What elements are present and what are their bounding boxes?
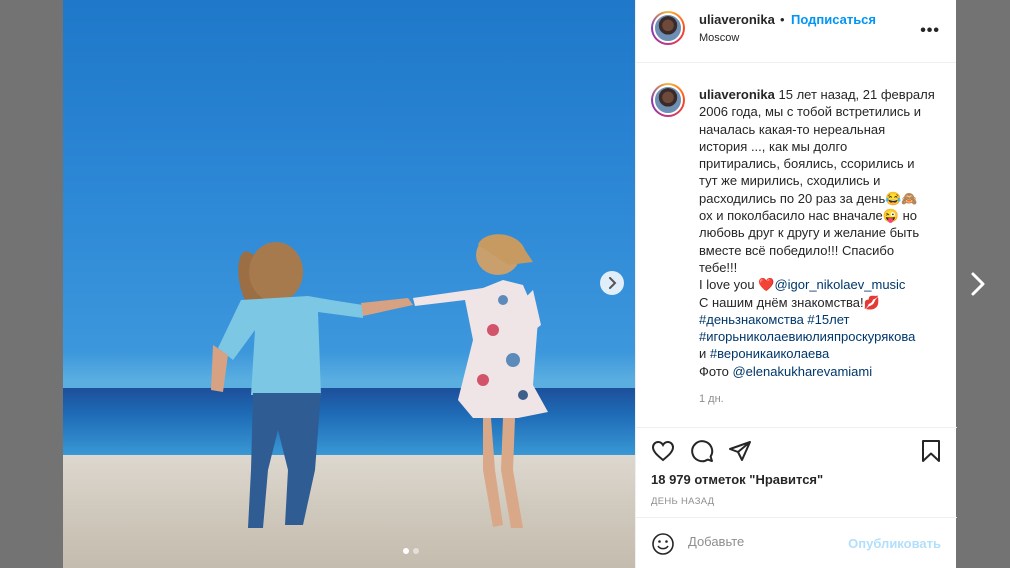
post-header: uliaveronika • Подписаться Moscow •••: [636, 0, 956, 63]
bookmark-icon[interactable]: [919, 439, 943, 463]
carousel-next-button[interactable]: [600, 271, 624, 295]
caption-area: uliaveronika 15 лет назад, 21 февраля 20…: [636, 64, 957, 426]
caption-line: история ..., как мы долго: [699, 138, 848, 154]
header-username[interactable]: uliaveronika: [699, 12, 775, 27]
heart-outline-icon[interactable]: [651, 439, 675, 463]
chevron-right-icon: [609, 277, 617, 289]
caption-line: началась какая-то нереальная: [699, 121, 886, 137]
caption-and-word: и: [699, 346, 710, 362]
carousel-dot: [413, 548, 419, 554]
heart-emoji: ❤️: [758, 277, 775, 293]
caption-line: С нашим днём знакомства!💋: [699, 294, 880, 310]
next-post-arrow-icon[interactable]: [966, 270, 990, 298]
caption-time-ago[interactable]: 1 дн.: [699, 393, 724, 405]
photographer-mention-link[interactable]: @elenakukharevamiami: [732, 364, 872, 379]
caption-line: тут же мирились, сходились и: [699, 173, 881, 189]
caption-line: тебе!!!: [699, 259, 738, 275]
caption-avatar[interactable]: [651, 83, 685, 117]
caption-username[interactable]: uliaveronika: [699, 87, 775, 102]
caption-photo-prefix: Фото: [699, 363, 733, 379]
hashtag-link[interactable]: #деньзнакомства #15лет: [699, 311, 944, 328]
caption-line: ох и поколбасило нас вначале😜 но: [699, 208, 917, 224]
caption-line: 2006 года, мы с тобой встретились и: [699, 104, 922, 120]
emoji-icon[interactable]: [651, 532, 675, 556]
caption-love-text: I love you: [699, 277, 759, 293]
paper-plane-icon[interactable]: [728, 439, 752, 463]
caption-line: любовь друг к другу и желание быть: [699, 225, 920, 241]
carousel-dots: [403, 548, 419, 554]
caption-line: 15 лет назад, 21 февраля: [778, 87, 935, 102]
publish-button[interactable]: Опубликовать: [848, 536, 941, 551]
caption-line: притирались, боялись, ссорились и: [699, 156, 915, 172]
location-link[interactable]: Moscow: [699, 32, 739, 44]
comment-bar: Опубликовать: [636, 517, 957, 568]
separator-dot: •: [780, 12, 785, 27]
carousel-dot-active: [403, 548, 409, 554]
more-options-icon[interactable]: •••: [920, 22, 940, 40]
post-photo[interactable]: [63, 0, 635, 568]
comment-bubble-icon[interactable]: [690, 439, 714, 463]
follow-button[interactable]: Подписаться: [791, 12, 876, 27]
post-panel: uliaveronika • Подписаться Moscow ••• ul…: [635, 0, 957, 568]
likes-count[interactable]: 18 979 отметок "Нравится": [651, 472, 823, 487]
hashtag-link[interactable]: #игорьниколаевиюлияпроскурякова: [699, 328, 944, 345]
action-bar: 18 979 отметок "Нравится" ДЕНЬ НАЗАД: [636, 427, 957, 517]
caption-line: вместе всё победило!!! Спасибо: [699, 242, 895, 258]
comment-input[interactable]: [688, 534, 848, 549]
caption-text: uliaveronika 15 лет назад, 21 февраля 20…: [699, 86, 944, 380]
couple-figures: [211, 234, 548, 528]
hashtag-link[interactable]: #вероникаиколаева: [710, 346, 829, 361]
avatar[interactable]: [651, 11, 685, 45]
caption-line: расходились по 20 раз за день😂🙈: [699, 190, 918, 206]
post-date[interactable]: ДЕНЬ НАЗАД: [651, 496, 714, 507]
mention-link[interactable]: @igor_nikolaev_music: [774, 277, 905, 292]
